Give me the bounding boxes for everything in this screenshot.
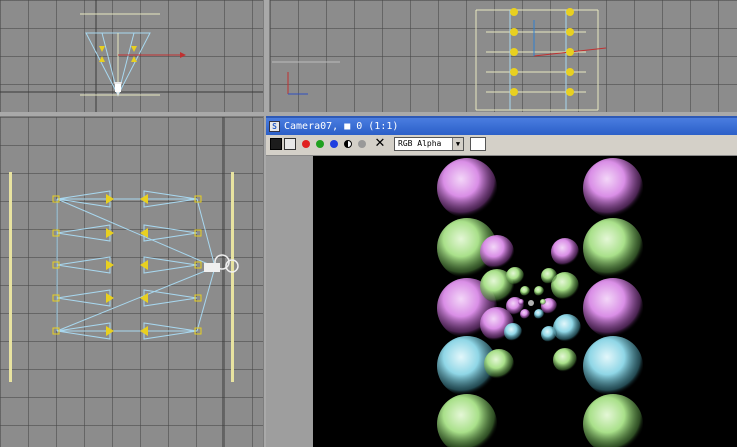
render-window-margin (266, 156, 312, 447)
left-viewport-scene (9, 117, 239, 447)
blue-channel-icon[interactable] (330, 140, 338, 148)
rendered-image (313, 156, 737, 447)
background-color-swatch[interactable] (470, 137, 486, 151)
channel-select[interactable]: RGB Alpha ▼ (394, 137, 464, 151)
channel-select-value: RGB Alpha (398, 139, 442, 148)
save-icon[interactable] (270, 138, 282, 150)
green-channel-icon[interactable] (316, 140, 324, 148)
rendered-frame-window[interactable]: S Camera07, ■ 0 (1:1) ✕ RGB Alpha ▼ (266, 116, 737, 447)
top-viewport[interactable] (0, 0, 263, 112)
left-viewport[interactable] (0, 117, 263, 447)
clear-icon[interactable]: ✕ (374, 137, 386, 150)
alpha-channel-icon[interactable] (344, 140, 352, 148)
3ds-max-workspace: S Camera07, ■ 0 (1:1) ✕ RGB Alpha ▼ (0, 0, 737, 447)
render-window-title: Camera07, ■ 0 (1:1) (284, 121, 399, 132)
clone-icon[interactable] (284, 138, 296, 150)
chevron-down-icon[interactable]: ▼ (452, 138, 463, 150)
front-viewport[interactable] (270, 0, 737, 112)
rendered-spheres (437, 158, 643, 447)
render-window-titlebar[interactable]: S Camera07, ■ 0 (1:1) (266, 118, 737, 135)
front-viewport-scene (272, 8, 607, 111)
max-app-icon: S (269, 121, 280, 132)
top-viewport-scene (0, 0, 263, 112)
render-window-toolbar: ✕ RGB Alpha ▼ (266, 135, 737, 156)
mono-icon[interactable] (358, 140, 366, 148)
red-channel-icon[interactable] (302, 140, 310, 148)
